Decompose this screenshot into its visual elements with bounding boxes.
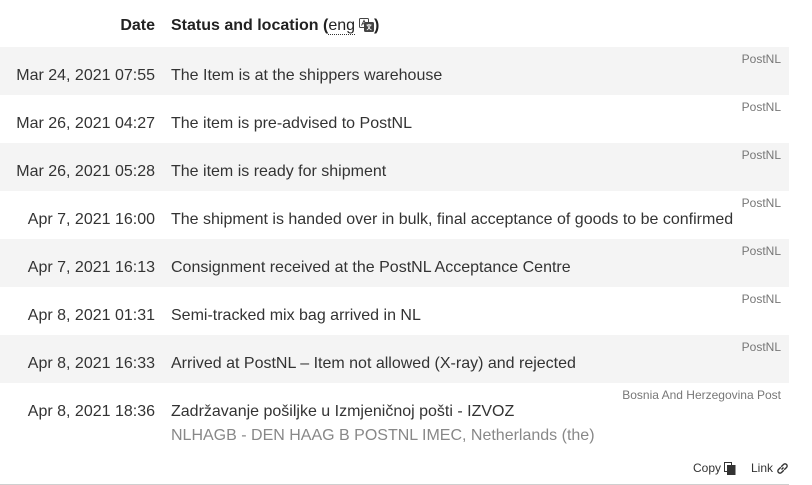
table-row: Bosnia And Herzegovina Post Apr 8, 2021 … [0,383,789,453]
event-date: Apr 8, 2021 16:33 [27,355,155,372]
table-row: PostNL Apr 8, 2021 16:33 Arrived at Post… [0,335,789,383]
event-status: The Item is at the shippers warehouse [171,67,443,84]
table-footer: Copy Link [0,456,789,485]
copy-icon [724,462,736,475]
event-date: Mar 26, 2021 04:27 [16,115,155,132]
event-date: Mar 24, 2021 07:55 [16,67,155,84]
carrier-label: PostNL [741,100,781,114]
event-date: Apr 7, 2021 16:13 [27,259,155,276]
event-location: NLHAGB - DEN HAAG B POSTNL IMEC, Netherl… [171,427,595,444]
event-status: Consignment received at the PostNL Accep… [171,259,571,276]
copy-button[interactable]: Copy [693,461,736,475]
table-row: PostNL Mar 26, 2021 05:28 The item is re… [0,143,789,191]
event-date: Apr 8, 2021 01:31 [27,307,155,324]
carrier-label: PostNL [741,292,781,306]
event-status: The item is ready for shipment [171,163,387,180]
table-row: PostNL Mar 24, 2021 07:55 The Item is at… [0,47,789,95]
status-header-suffix: ) [374,17,380,34]
event-date: Mar 26, 2021 05:28 [16,163,155,180]
event-date: Apr 7, 2021 16:00 [27,211,155,228]
tracking-events-table: Date Status and location (eng) PostNL Ma… [0,0,789,453]
status-header-label: Status and location ( [171,17,329,34]
table-row: PostNL Mar 26, 2021 04:27 The item is pr… [0,95,789,143]
event-status: The shipment is handed over in bulk, fin… [171,211,734,228]
carrier-label: PostNL [741,196,781,210]
link-label: Link [750,461,773,475]
event-status: Zadržavanje pošiljke u Izmjeničnoj pošti… [171,403,515,420]
table-header: Date Status and location (eng) [0,0,789,47]
carrier-label: Bosnia And Herzegovina Post [622,388,781,402]
table-row: PostNL Apr 7, 2021 16:00 The shipment is… [0,191,789,239]
link-button[interactable]: Link [751,461,789,475]
event-status: The item is pre-advised to PostNL [171,115,412,132]
event-status: Semi-tracked mix bag arrived in NL [171,307,421,324]
copy-label: Copy [692,461,721,475]
event-status: Arrived at PostNL – Item not allowed (X-… [171,355,576,372]
carrier-label: PostNL [741,52,781,66]
carrier-label: PostNL [741,340,781,354]
status-column-header: Status and location (eng) [171,17,379,35]
table-row: PostNL Apr 7, 2021 16:13 Consignment rec… [0,239,789,287]
page-margin [789,0,812,485]
carrier-label: PostNL [741,244,781,258]
date-column-header: Date [120,17,155,34]
translate-icon[interactable] [359,18,375,32]
carrier-label: PostNL [741,148,781,162]
link-icon [777,463,788,474]
table-row: PostNL Apr 8, 2021 01:31 Semi-tracked mi… [0,287,789,335]
language-selector[interactable]: eng [328,17,356,35]
event-date: Apr 8, 2021 18:36 [27,403,155,420]
